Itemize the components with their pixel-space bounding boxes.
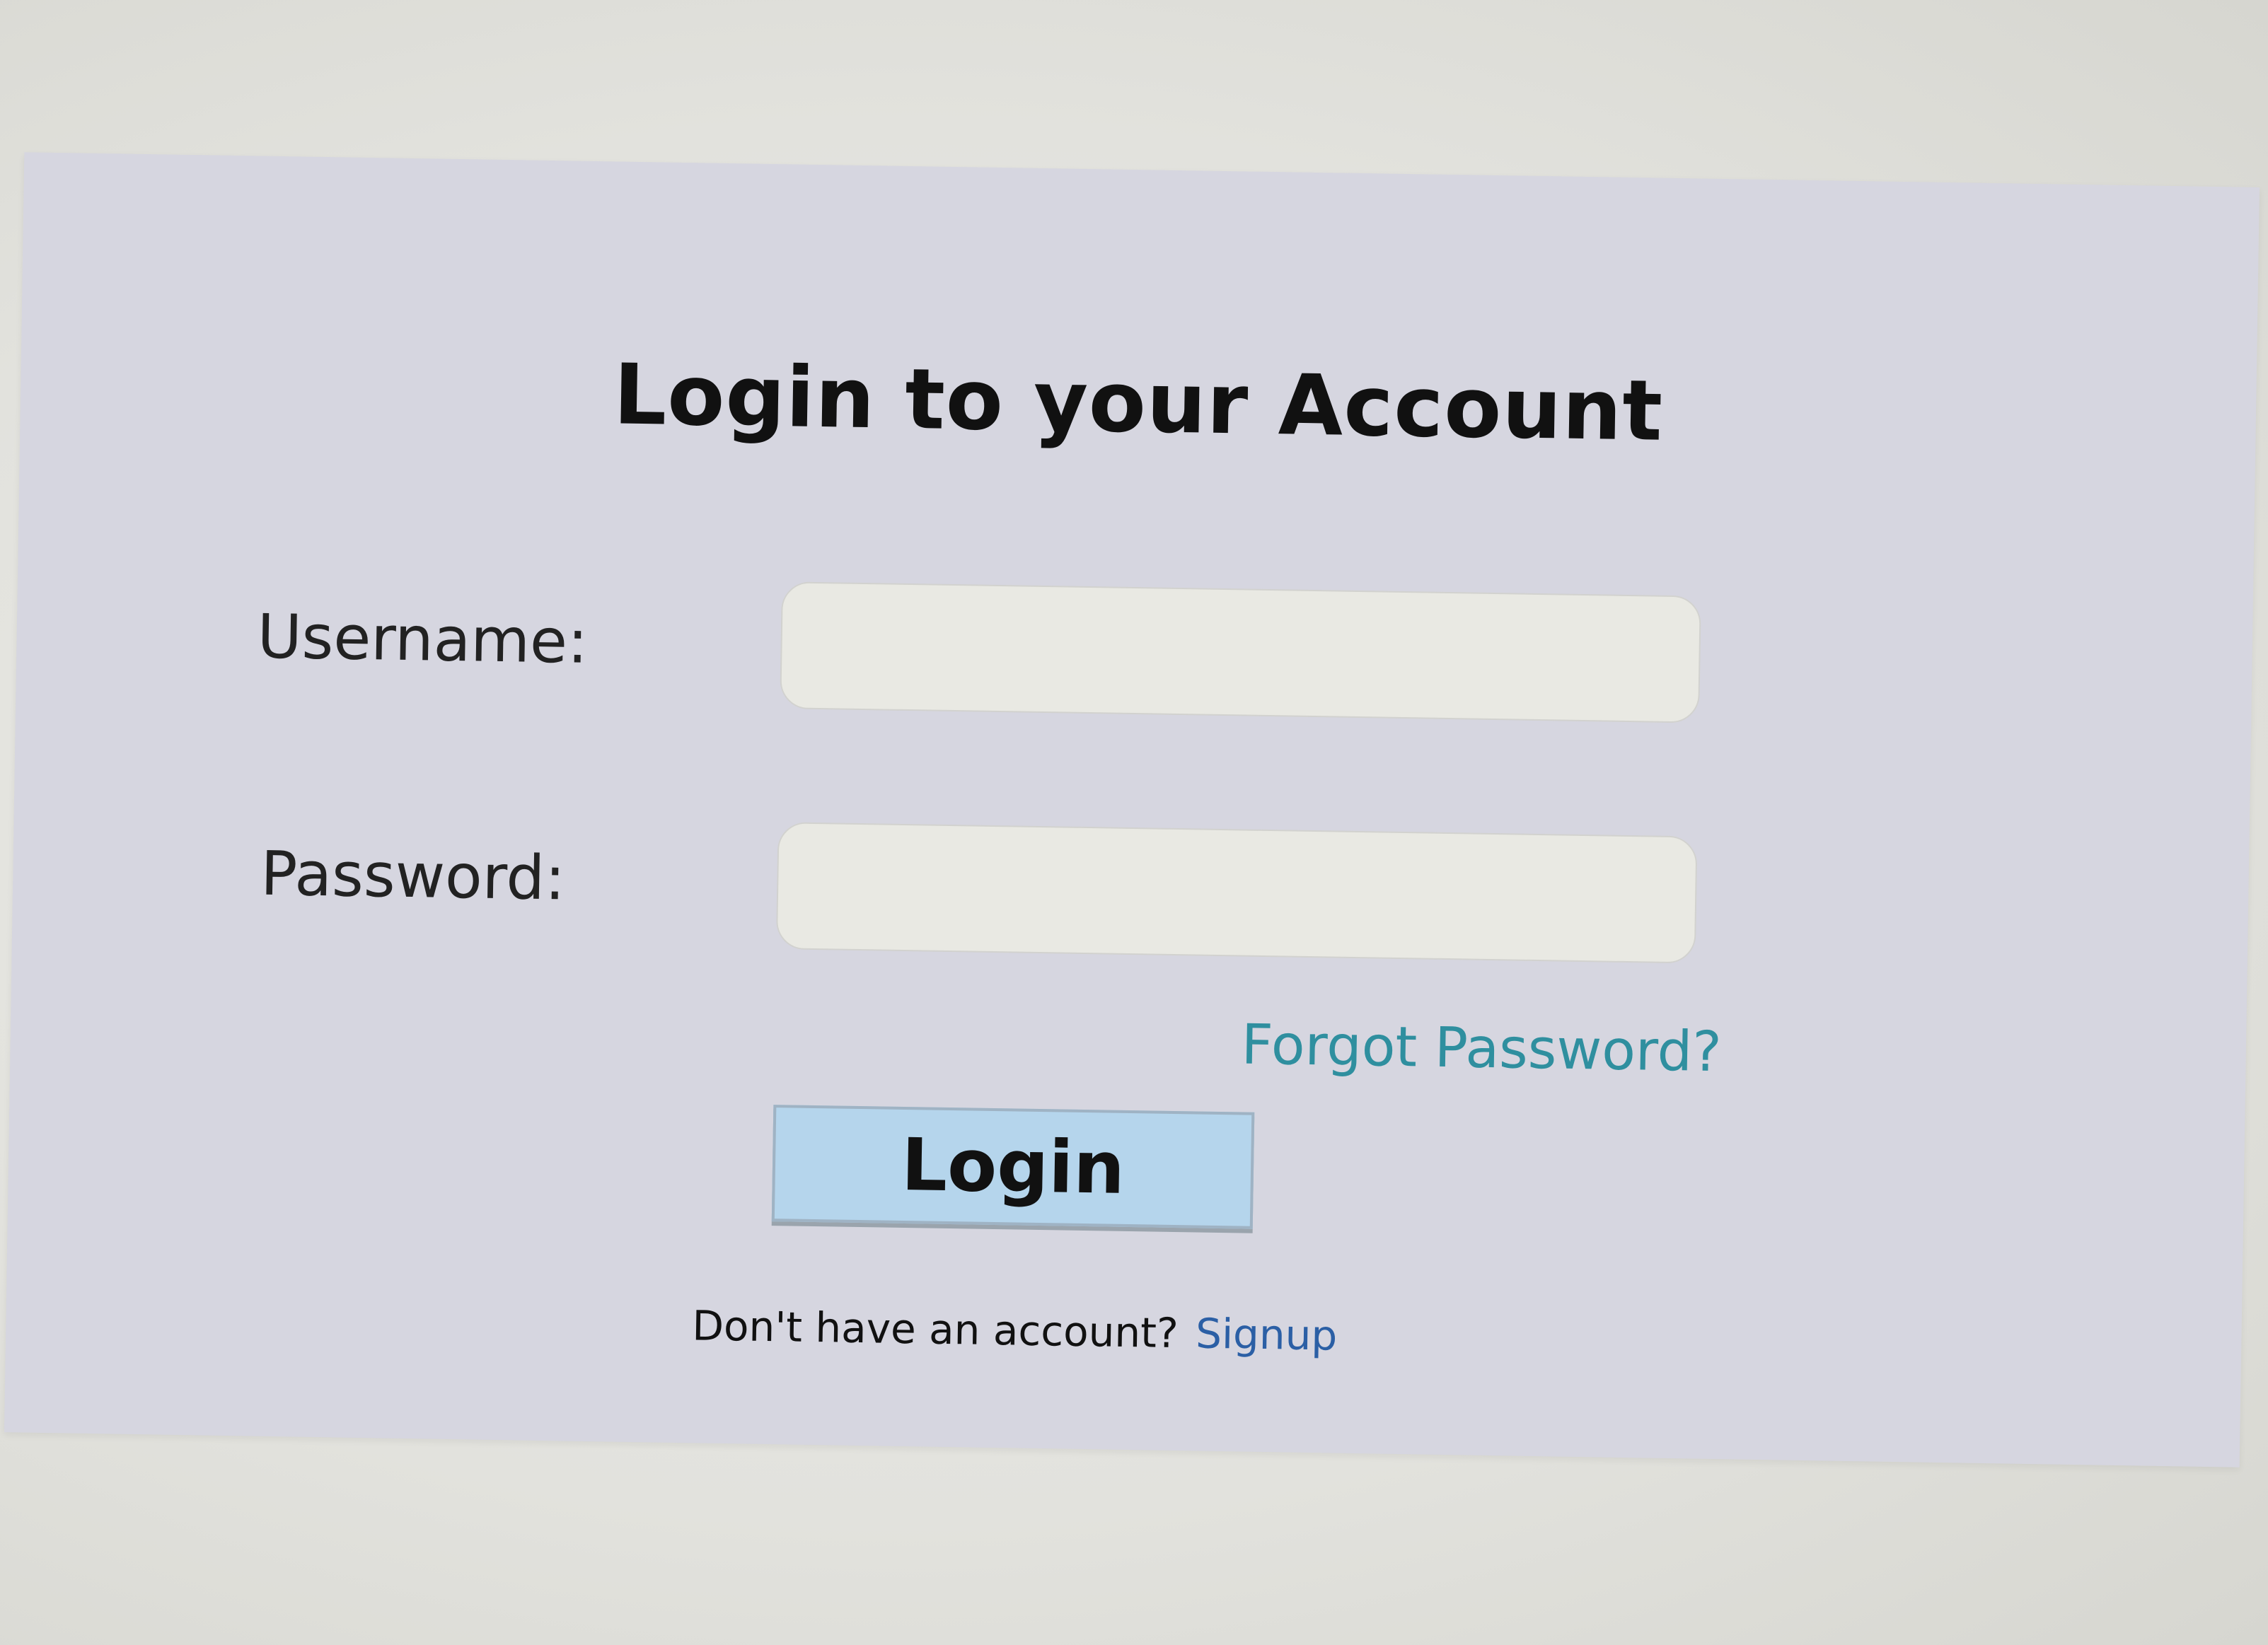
page-title: Login to your Account (613, 345, 1664, 460)
login-button[interactable]: Login (771, 1105, 1255, 1229)
login-panel: Login to your Account Username: Password… (4, 152, 2260, 1467)
signup-row: Don't have an account? Signup (692, 1301, 1338, 1359)
username-label: Username: (256, 601, 589, 678)
username-input[interactable] (780, 581, 1701, 723)
password-label: Password: (260, 838, 566, 914)
signup-link[interactable]: Signup (1196, 1310, 1338, 1360)
signup-prompt: Don't have an account? (691, 1301, 1179, 1358)
password-input[interactable] (775, 822, 1698, 964)
forgot-password-link[interactable]: Forgot Password? (1241, 1013, 1722, 1084)
